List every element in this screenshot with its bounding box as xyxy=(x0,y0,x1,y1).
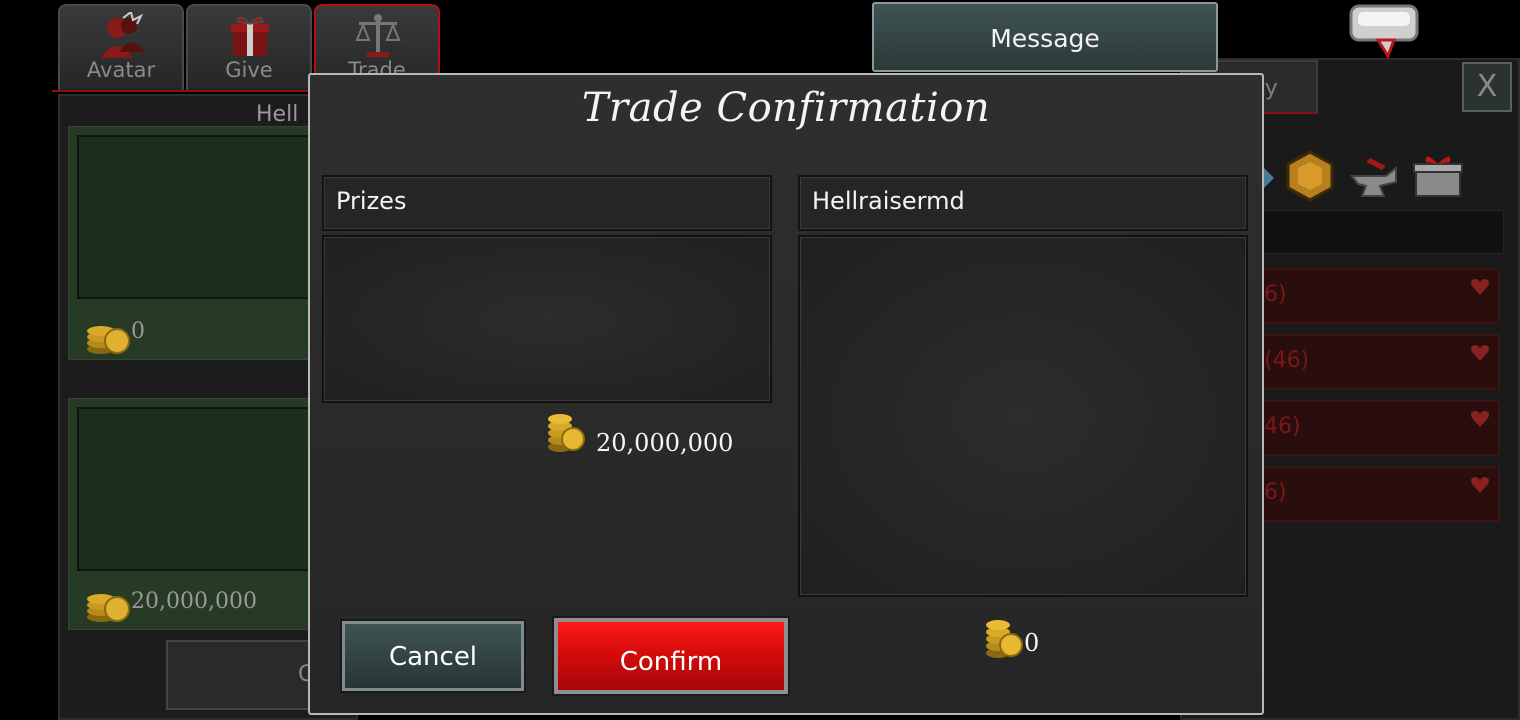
coin-stack-icon xyxy=(87,326,130,354)
trade-confirmation-dialog: Trade Confirmation Prizes 20,000,000 Hel… xyxy=(308,73,1264,715)
heart-icon[interactable] xyxy=(1470,410,1490,428)
dialog-title: Trade Confirmation xyxy=(581,85,991,131)
partner-name: Hell xyxy=(256,102,299,127)
heart-icon[interactable] xyxy=(1470,344,1490,362)
partner-header: Hellraisermd xyxy=(798,175,1248,231)
anvil-icon xyxy=(1350,158,1397,197)
list-item[interactable]: 6) xyxy=(1262,268,1500,324)
cancel-button[interactable]: Cancel xyxy=(342,621,524,691)
list-item[interactable]: (46) xyxy=(1262,334,1500,390)
partner-coins-amount: 20,000,000 xyxy=(131,589,257,614)
background-action-button[interactable]: C xyxy=(166,640,326,710)
ore-icon xyxy=(1286,150,1334,202)
my-coins-amount: 0 xyxy=(131,319,145,344)
list-item[interactable]: 6) xyxy=(1262,466,1500,522)
tab-give[interactable]: Give xyxy=(186,4,312,90)
list-item[interactable]: 46) xyxy=(1262,400,1500,456)
partner-items-box xyxy=(798,235,1248,597)
avatar-icon xyxy=(101,12,145,58)
list-item-label: 46) xyxy=(1264,414,1301,439)
chat-bubble-icon[interactable] xyxy=(1348,4,1420,60)
coin-stack-icon xyxy=(548,414,585,452)
heart-icon[interactable] xyxy=(1470,476,1490,494)
partner-coins-amount: 0 xyxy=(1024,629,1040,657)
tab-avatar[interactable]: Avatar xyxy=(58,4,184,90)
heart-icon[interactable] xyxy=(1470,278,1490,296)
gift-icon xyxy=(231,17,269,56)
gift-box-icon xyxy=(1413,156,1463,197)
list-item-label: 6) xyxy=(1264,282,1287,307)
coin-stack-icon xyxy=(87,594,130,622)
list-item-label: 6) xyxy=(1264,480,1287,505)
tab-avatar-label: Avatar xyxy=(86,58,156,82)
inventory-filter[interactable] xyxy=(1262,210,1504,254)
confirm-button[interactable]: Confirm xyxy=(554,618,788,694)
close-button[interactable]: X xyxy=(1462,62,1512,112)
scales-icon xyxy=(355,14,401,57)
tab-underline xyxy=(52,90,312,92)
prizes-header: Prizes xyxy=(322,175,772,231)
tab-give-label: Give xyxy=(225,58,273,82)
prizes-coins-amount: 20,000,000 xyxy=(596,429,734,457)
coin-stack-icon xyxy=(986,620,1023,658)
prizes-items-box xyxy=(322,235,772,403)
list-item-label: (46) xyxy=(1264,348,1310,373)
message-button[interactable]: Message xyxy=(872,2,1218,72)
